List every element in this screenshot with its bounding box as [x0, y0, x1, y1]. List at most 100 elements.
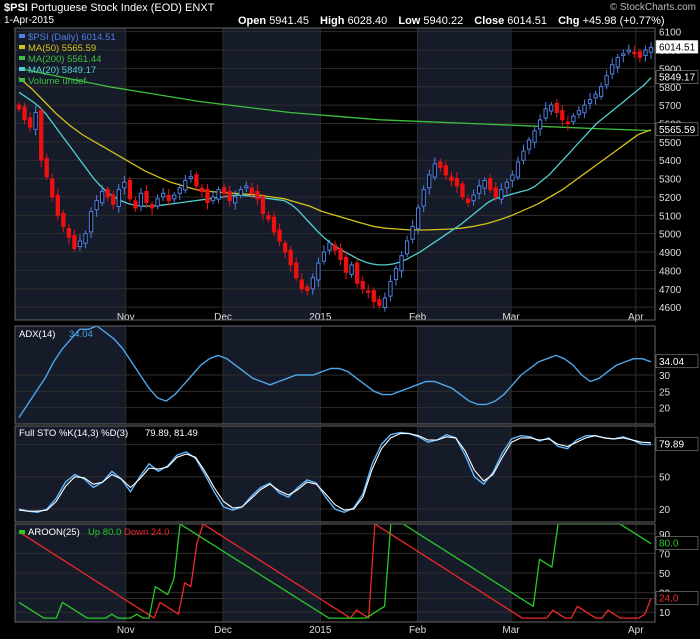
- price-candle: [637, 51, 643, 58]
- price-candle: [454, 178, 460, 187]
- legend-entry: MA(50) 5565.59: [28, 43, 96, 54]
- y-tick-label: 5100: [659, 211, 682, 222]
- price-candle: [404, 240, 410, 255]
- price-candle: [299, 279, 304, 290]
- price-candle: [482, 179, 487, 189]
- price-candle: [238, 189, 243, 196]
- y-tick-label: 5400: [659, 156, 682, 167]
- sto-right-label: 79.89: [659, 439, 684, 450]
- price-candle: [216, 189, 221, 200]
- legend-swatch: [19, 67, 25, 71]
- aroon-title: AROON(25): [28, 527, 80, 538]
- price-candle: [44, 157, 49, 178]
- price-candle: [55, 194, 60, 216]
- price-candle: [133, 200, 138, 209]
- price-candle: [499, 189, 504, 200]
- price-candle: [105, 189, 110, 198]
- price-candle: [149, 204, 155, 209]
- legend-swatch: [19, 45, 25, 49]
- price-candle: [255, 190, 260, 200]
- sto-title: Full STO %K(14,3) %D(3): [19, 428, 128, 439]
- price-candle: [504, 181, 510, 189]
- price-candle: [593, 93, 598, 99]
- price-candle: [371, 290, 376, 303]
- y-tick-label: 30: [659, 371, 671, 382]
- price-candle: [16, 104, 22, 110]
- price-right-label: 6014.51: [659, 42, 696, 53]
- price-candle: [305, 286, 310, 292]
- y-tick-label: 5700: [659, 101, 682, 112]
- price-candle: [72, 235, 77, 249]
- price-candle: [382, 297, 388, 309]
- price-candle: [343, 257, 349, 273]
- legend-value: 5561.44: [64, 54, 101, 65]
- price-candle: [50, 178, 55, 198]
- price-candle: [160, 192, 166, 198]
- x-tick-label: Nov: [117, 625, 135, 636]
- price-candle: [205, 189, 210, 203]
- legend-name: $PSI (Daily): [28, 32, 79, 43]
- price-candle: [210, 196, 216, 202]
- price-candle: [122, 181, 127, 189]
- legend-name: MA(50): [28, 43, 59, 54]
- price-candle: [460, 183, 465, 198]
- y-tick-label: 4700: [659, 285, 682, 296]
- y-tick-label: 6100: [659, 28, 682, 39]
- price-candle: [332, 244, 338, 251]
- price-candle: [610, 64, 615, 75]
- price-candle: [116, 189, 121, 208]
- y-tick-label: 25: [659, 387, 671, 398]
- legend-value: 5565.59: [59, 43, 96, 54]
- legend-entry: Volume undef: [28, 76, 86, 87]
- price-candle: [399, 255, 404, 272]
- price-candle: [432, 163, 437, 178]
- price-candle: [227, 190, 232, 202]
- price-candle: [388, 280, 393, 297]
- price-candle: [155, 198, 160, 207]
- price-candle: [582, 104, 587, 114]
- x-tick-label: 2015: [309, 312, 332, 323]
- price-candle: [88, 211, 94, 233]
- price-candle: [233, 196, 238, 204]
- y-tick-label: 4600: [659, 303, 682, 314]
- y-tick-label: 50: [659, 473, 671, 484]
- aroon-right-label: 24.0: [659, 593, 679, 604]
- y-tick-label: 70: [659, 549, 671, 560]
- y-tick-label: 50: [659, 569, 671, 580]
- price-candle: [260, 196, 266, 214]
- price-candle: [172, 194, 177, 200]
- y-tick-label: 5200: [659, 193, 682, 204]
- price-candle: [221, 187, 227, 194]
- x-tick-label: Mar: [502, 625, 520, 636]
- price-candle: [338, 247, 343, 260]
- price-right-label: 5849.17: [659, 73, 696, 84]
- price-candle: [188, 176, 194, 180]
- legend-value: 6014.51: [79, 32, 116, 43]
- x-tick-label: Feb: [409, 625, 427, 636]
- price-candle: [27, 117, 33, 128]
- price-candle: [61, 212, 66, 227]
- legend-swatch: [19, 34, 25, 38]
- price-candle: [194, 174, 199, 187]
- price-candle: [177, 187, 182, 194]
- y-tick-label: 5300: [659, 175, 682, 186]
- x-tick-label: Feb: [409, 312, 427, 323]
- price-candle: [416, 207, 421, 230]
- price-candle: [271, 216, 277, 233]
- price-candle: [321, 251, 327, 262]
- legend-name: MA(200): [28, 54, 64, 65]
- price-candle: [449, 176, 454, 181]
- price-candle: [537, 119, 543, 130]
- legend-entry: MA(20) 5849.17: [28, 65, 96, 76]
- price-candle: [249, 187, 254, 194]
- price-candle: [144, 190, 149, 203]
- price-candle: [632, 51, 637, 55]
- price-candle: [327, 242, 332, 251]
- adx-title: ADX(14): [19, 329, 55, 340]
- sto-value: 79.89, 81.49: [145, 428, 198, 439]
- price-candle: [288, 249, 293, 266]
- price-candle: [476, 185, 482, 194]
- y-tick-label: 5800: [659, 83, 682, 94]
- price-candle: [521, 150, 526, 161]
- price-candle: [366, 290, 371, 293]
